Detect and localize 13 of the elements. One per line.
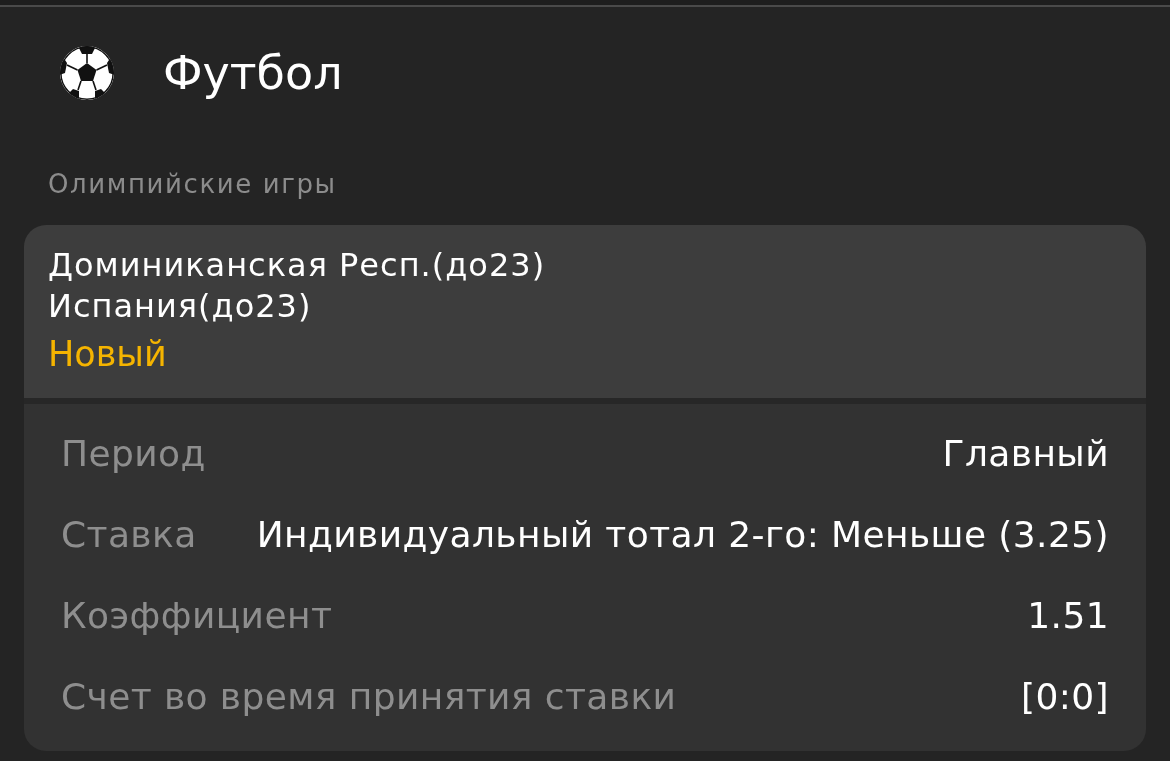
detail-label: Коэффициент	[61, 595, 333, 636]
detail-label: Счет во время принятия ставки	[61, 676, 677, 717]
detail-value: Главный	[942, 433, 1109, 474]
tournament-name: Олимпийские игры	[48, 171, 337, 197]
detail-label: Ставка	[61, 514, 197, 555]
detail-value: Индивидуальный тотал 2-го: Меньше (3.25)	[256, 514, 1109, 555]
soccer-ball-icon	[59, 45, 115, 101]
team-name: Доминиканская Респ.(до23)	[48, 245, 546, 286]
detail-value: [0:0]	[1020, 676, 1109, 717]
detail-label: Период	[61, 433, 206, 474]
detail-value: 1.51	[1027, 595, 1109, 636]
bet-status: Новый	[48, 337, 167, 372]
team-name: Испания(до23)	[48, 286, 312, 327]
